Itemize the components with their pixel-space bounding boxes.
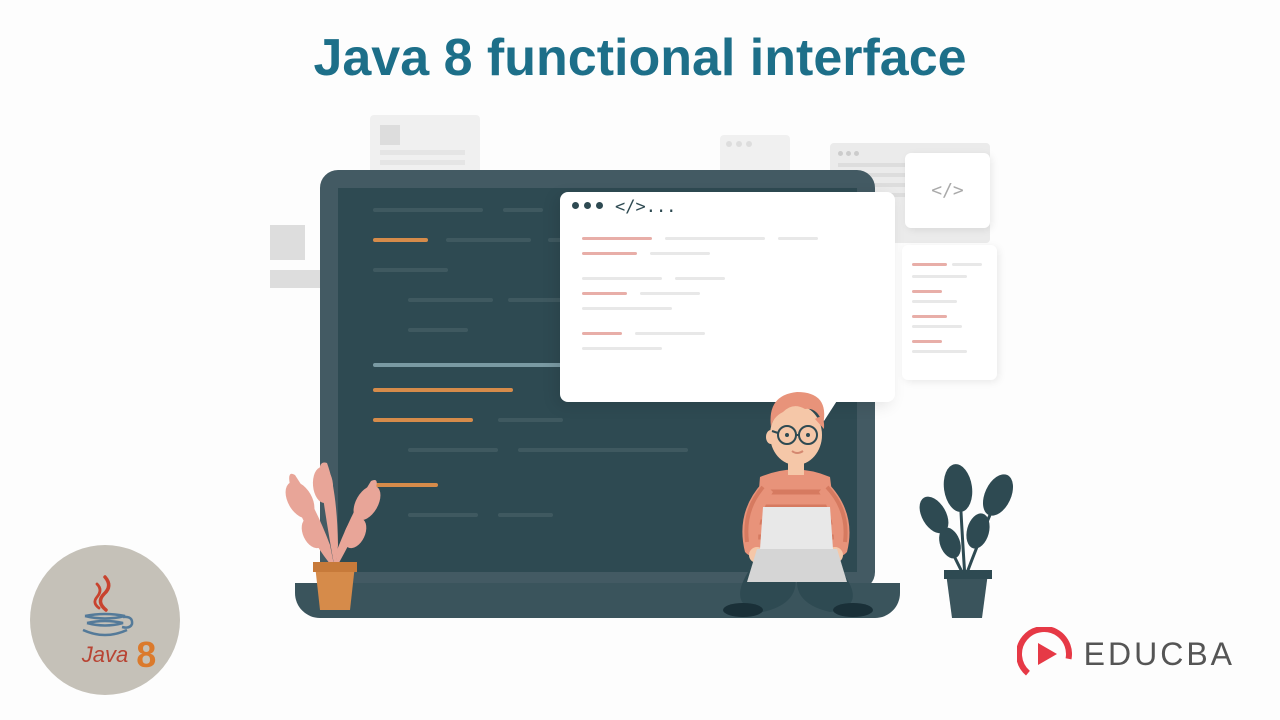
plant-left-decoration bbox=[275, 405, 395, 615]
code-snippet-window bbox=[902, 245, 997, 380]
educba-play-icon bbox=[1017, 627, 1072, 682]
window-controls-icon bbox=[572, 202, 603, 209]
educba-logo: EDUCBA bbox=[1017, 627, 1235, 682]
java-cup-icon bbox=[75, 572, 135, 642]
bg-shape-decoration bbox=[270, 225, 305, 260]
code-window-title: </>... bbox=[615, 197, 676, 217]
page-title: Java 8 functional interface bbox=[313, 28, 966, 88]
plant-right-decoration bbox=[910, 433, 1030, 623]
developer-person-illustration bbox=[675, 377, 920, 622]
java-badge-label: Java8 bbox=[82, 642, 128, 668]
code-icon-window: </> bbox=[905, 153, 990, 228]
code-speech-bubble: </>... bbox=[560, 192, 895, 402]
hero-illustration: </>... </> bbox=[250, 115, 1030, 645]
educba-logo-text: EDUCBA bbox=[1084, 636, 1235, 673]
java8-badge: Java8 bbox=[30, 545, 180, 695]
